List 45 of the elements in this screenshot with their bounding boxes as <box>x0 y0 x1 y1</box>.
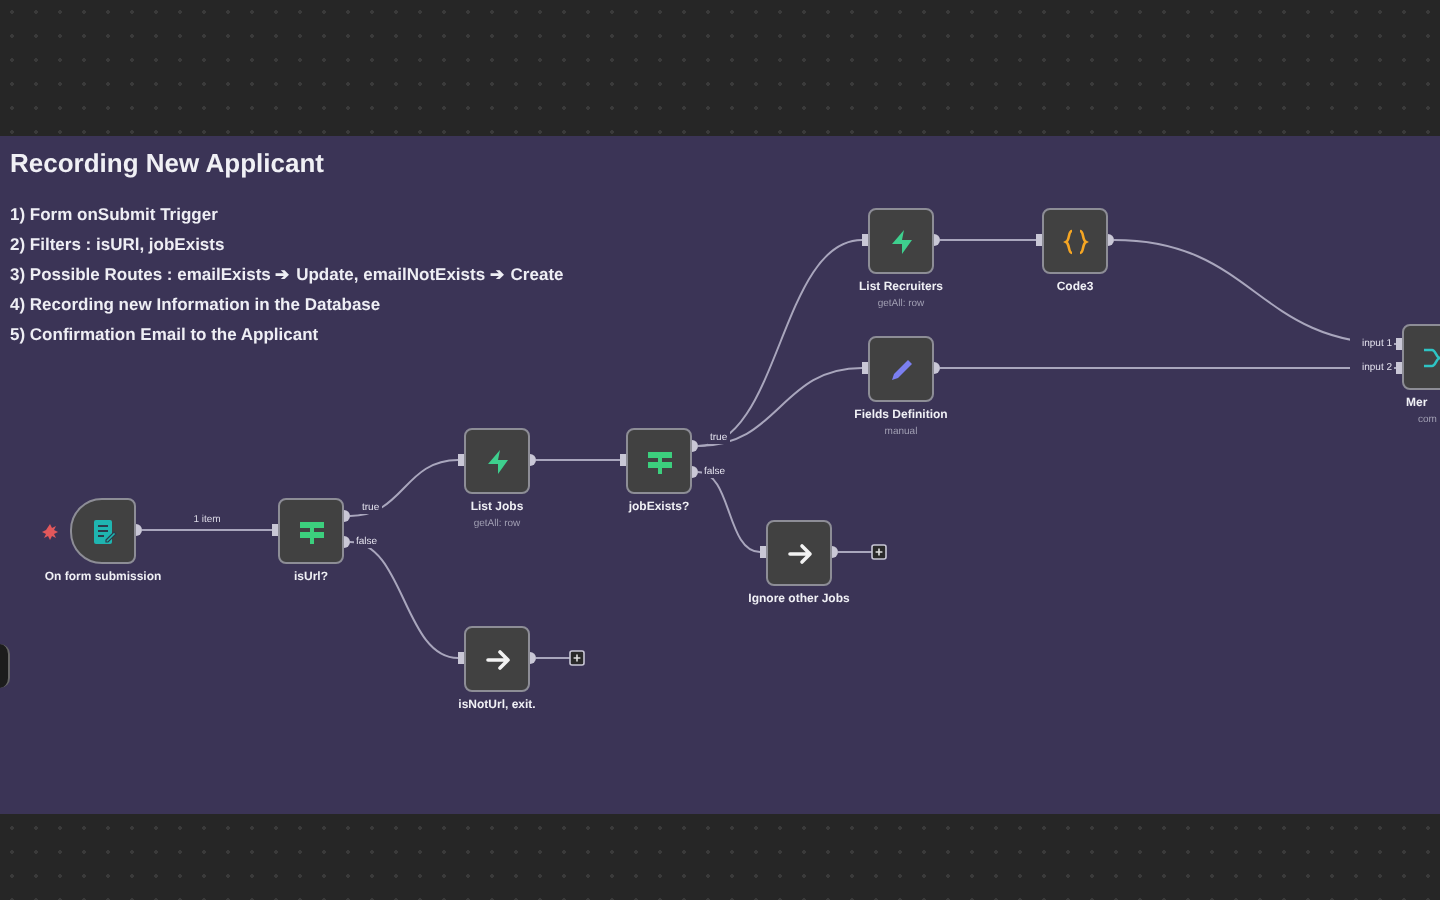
input-port[interactable] <box>620 454 626 466</box>
trigger-icon <box>42 524 58 540</box>
workflow-node[interactable] <box>464 428 530 494</box>
note-line: 3) Possible Routes : emailExists ➔ Update, emailNotExists ➔ Create <box>10 262 564 288</box>
connector-line <box>141 529 273 531</box>
input-port[interactable] <box>458 652 464 664</box>
form-icon <box>89 517 117 545</box>
workflow-node[interactable] <box>766 520 832 586</box>
input-port[interactable] <box>760 546 766 558</box>
workflow-node[interactable] <box>1042 208 1108 274</box>
connector-line <box>837 551 873 553</box>
workflow-node[interactable] <box>464 626 530 692</box>
bolt-icon <box>887 227 915 255</box>
signpost-icon <box>297 517 325 545</box>
note-title: Recording New Applicant <box>10 148 324 180</box>
connector-line <box>697 471 761 553</box>
connector-line <box>535 657 571 659</box>
input-port[interactable] <box>458 454 464 466</box>
braces-icon <box>1061 227 1089 255</box>
add-icon[interactable] <box>871 544 887 560</box>
workflow-node[interactable] <box>626 428 692 494</box>
input-port[interactable] <box>272 524 278 536</box>
workflow-node[interactable] <box>868 336 934 402</box>
bolt-icon <box>483 447 511 475</box>
connector-line <box>535 459 621 461</box>
sticky-note[interactable] <box>0 136 1440 814</box>
note-line: 2) Filters : isURl, jobExists <box>10 232 225 258</box>
pencil-icon <box>887 355 915 383</box>
note-line: 4) Recording new Information in the Database <box>10 292 381 318</box>
workflow-node[interactable] <box>70 498 136 564</box>
arrow-icon <box>483 645 511 673</box>
note-line: 1) Form onSubmit Trigger <box>10 202 218 228</box>
workflow-node[interactable] <box>278 498 344 564</box>
workflow-node[interactable] <box>868 208 934 274</box>
input-port[interactable] <box>862 234 868 246</box>
signpost-icon <box>645 447 673 475</box>
canvas-handle[interactable] <box>0 644 10 688</box>
connector-line <box>349 459 459 517</box>
connector-line <box>939 239 1037 241</box>
arrow-icon <box>785 539 813 567</box>
input-port[interactable] <box>862 362 868 374</box>
add-icon[interactable] <box>569 650 585 666</box>
input-port[interactable] <box>1036 234 1042 246</box>
connector-line <box>349 541 459 659</box>
note-line: 5) Confirmation Email to the Applicant <box>10 322 319 348</box>
